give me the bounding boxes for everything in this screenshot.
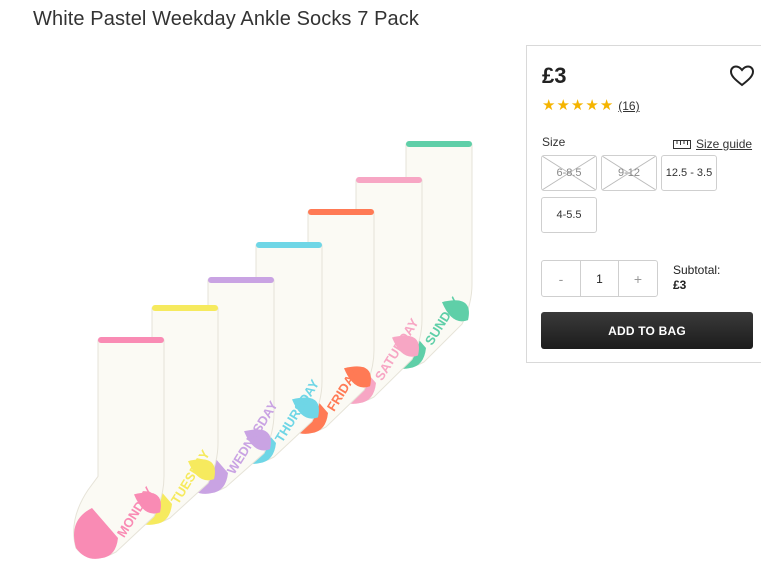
quantity-increase-button[interactable]: +: [619, 261, 657, 296]
size-option-12-5-3-5[interactable]: 12.5 - 3.5: [661, 155, 717, 191]
star-icon: ★: [542, 97, 556, 114]
star-icon: ★: [585, 97, 599, 114]
ruler-icon: [673, 139, 691, 149]
socks-illustration: SUNDAYSATURDAYFRIDAYTHURSDAYWEDNESDAYTUE…: [73, 141, 473, 559]
size-option-4-5-5[interactable]: 4-5.5: [541, 197, 597, 233]
star-icon: ★: [556, 97, 570, 114]
rating-stars: ★ ★ ★ ★ ★ (16): [542, 98, 640, 114]
purchase-panel: £3 ★ ★ ★ ★ ★ (16) Size Size guide 6-8.5: [526, 45, 761, 363]
quantity-decrease-button[interactable]: -: [542, 261, 580, 296]
rating-count-link[interactable]: (16): [618, 99, 639, 113]
star-icon: ★: [599, 97, 614, 114]
product-title: White Pastel Weekday Ankle Socks 7 Pack: [33, 8, 419, 30]
size-option-label: 4-5.5: [556, 209, 582, 221]
quantity-stepper: - 1 +: [541, 260, 658, 297]
size-option-label: 12.5 - 3.5: [665, 167, 713, 179]
size-option-6-8-5[interactable]: 6-8.5: [541, 155, 597, 191]
quantity-input[interactable]: 1: [580, 261, 619, 296]
size-option-label: 9-12: [617, 167, 641, 179]
subtotal-label: Subtotal:: [673, 263, 721, 277]
wishlist-heart-icon[interactable]: [729, 64, 755, 88]
price: £3: [542, 63, 567, 88]
add-to-bag-button[interactable]: ADD TO BAG: [541, 312, 753, 349]
subtotal-amount: £3: [673, 278, 687, 292]
product-image: SUNDAY SATURDAY FRIDAY THURSDAY WEDNESDAY TUE…: [30, 40, 510, 588]
subtotal: Subtotal: £3: [673, 263, 720, 293]
sock-monday: MONDAY: [73, 337, 165, 559]
star-icon: ★: [570, 97, 585, 114]
size-option-9-12[interactable]: 9-12: [601, 155, 657, 191]
size-label: Size: [542, 135, 566, 149]
size-guide-label: Size guide: [696, 137, 753, 151]
size-option-label: 6-8.5: [556, 167, 582, 179]
size-guide-link[interactable]: Size guide: [673, 137, 752, 151]
